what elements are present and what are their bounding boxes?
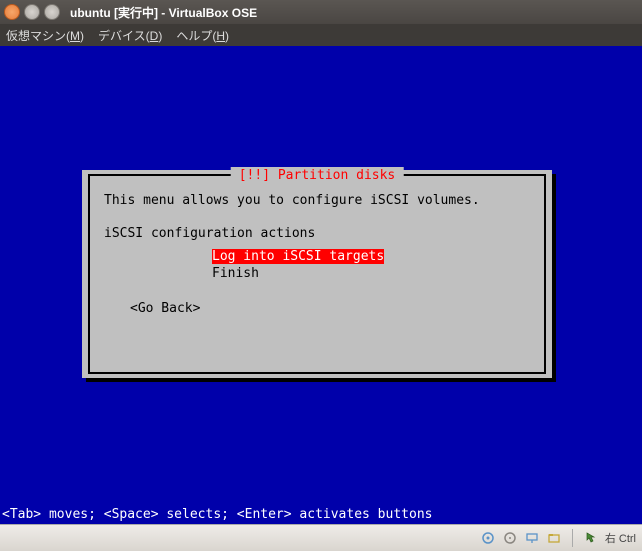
window-titlebar: ubuntu [実行中] - VirtualBox OSE [0,0,642,24]
menu-devices[interactable]: デバイス(D) [98,27,162,44]
help-bar: <Tab> moves; <Space> selects; <Enter> ac… [0,506,642,524]
maximize-icon[interactable] [44,4,60,20]
option-finish[interactable]: Finish [212,265,530,282]
window-title: ubuntu [実行中] - VirtualBox OSE [70,4,257,21]
dialog-border: [!!] Partition disks This menu allows yo… [88,174,546,374]
optical-icon [502,530,518,546]
minimize-icon[interactable] [24,4,40,20]
menu-help[interactable]: ヘルプ(H) [176,27,229,44]
menubar: 仮想マシン(M) デバイス(D) ヘルプ(H) [0,24,642,46]
host-key-label: 右 Ctrl [605,530,636,546]
menu-machine[interactable]: 仮想マシン(M) [6,27,84,44]
shared-folder-icon [546,530,562,546]
mouse-integration-icon [583,530,599,546]
dialog-title: [!!] Partition disks [231,167,404,184]
hdd-icon [480,530,496,546]
network-icon [524,530,540,546]
dialog-prompt: iSCSI configuration actions [104,225,530,242]
go-back-button[interactable]: <Go Back> [130,300,530,317]
statusbar: 右 Ctrl [0,524,642,551]
close-icon[interactable] [4,4,20,20]
option-log-into-iscsi[interactable]: Log into iSCSI targets [212,248,530,265]
dialog-intro: This menu allows you to configure iSCSI … [104,192,530,209]
vm-screen: [!!] Partition disks This menu allows yo… [0,46,642,524]
partition-dialog: [!!] Partition disks This menu allows yo… [82,170,552,378]
